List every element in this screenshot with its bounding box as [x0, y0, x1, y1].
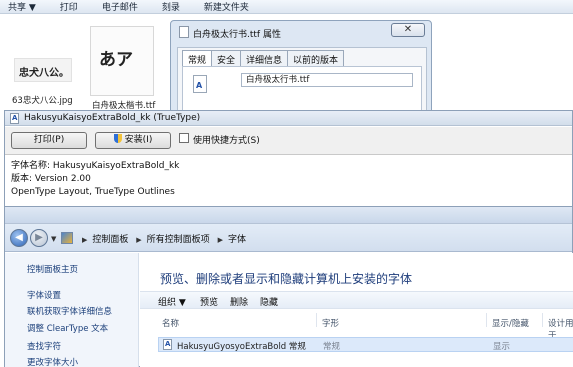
sidebar-item-home[interactable]: 控制面板主页 [27, 263, 78, 275]
column-header-visibility[interactable]: 显示/隐藏 [492, 317, 529, 329]
file-tile-font[interactable]: あア 白舟极太楷书.ttf [86, 22, 162, 112]
close-button[interactable]: ✕ [391, 23, 425, 37]
file-tile-image[interactable]: 忠犬八公。 63忠犬八公.jpg [10, 44, 78, 108]
viewer-title: HakusyuKaisyoExtraBold_kk (TrueType) [24, 113, 201, 123]
column-header-style[interactable]: 字形 [322, 317, 339, 329]
sidebar-item-online-details[interactable]: 联机获取字体详细信息 [27, 305, 112, 317]
sidebar-item-font-settings[interactable]: 字体设置 [27, 289, 61, 301]
font-style-cell: 常规 [323, 342, 341, 352]
font-name-cell: HakusyuGyosyoExtraBold 常规 [177, 342, 306, 352]
font-info: 字体名称: HakusyuKaisyoExtraBold_kk 版本: Vers… [11, 160, 179, 199]
hide-command[interactable]: 隐藏 [260, 295, 278, 308]
control-panel-icon [61, 232, 73, 244]
back-arrow-icon[interactable]: ◀ [10, 229, 28, 247]
font-file-icon [179, 26, 189, 38]
sidebar-item-find-character[interactable]: 查找字符 [27, 340, 61, 352]
breadcrumb: ▶ 控制面板 ▶ 所有控制面板项 ▶ 字体 [82, 235, 246, 245]
viewer-titlebar: HakusyuKaisyoExtraBold_kk (TrueType) [5, 111, 572, 126]
sidebar-item-change-font-size[interactable]: 更改字体大小 [27, 356, 78, 367]
version-line: 版本: Version 2.00 [11, 174, 91, 184]
dialog-title: 白舟极太行书.ttf 属性 [193, 30, 281, 40]
sidebar: 控制面板主页 字体设置 联机获取字体详细信息 调整 ClearType 文本 查… [5, 253, 139, 367]
address-bar: ◀ ▶ ▼ ▶ 控制面板 ▶ 所有控制面板项 ▶ 字体 [5, 224, 572, 252]
control-panel-window: ◀ ▶ ▼ ▶ 控制面板 ▶ 所有控制面板项 ▶ 字体 控制面板主页 字体设置 联机获… [4, 206, 573, 367]
image-thumbnail: 忠犬八公。 [14, 58, 72, 82]
breadcrumb-fonts[interactable]: 字体 [228, 235, 246, 245]
font-icon [10, 113, 19, 124]
sidebar-item-cleartype[interactable]: 调整 ClearType 文本 [27, 322, 108, 334]
shield-icon [113, 134, 122, 143]
thumbnail-caption: 忠犬八公。 [19, 68, 69, 79]
file-name: 63忠犬八公.jpg [12, 96, 73, 106]
font-thumbnail: あア [90, 26, 154, 96]
file-name-field[interactable]: 白舟极太行书.ttf [241, 73, 413, 87]
font-icon [163, 339, 172, 350]
font-name-line: 字体名称: HakusyuKaisyoExtraBold_kk [11, 161, 180, 171]
email-command[interactable]: 电子邮件 [102, 0, 138, 13]
breadcrumb-all-items[interactable]: 所有控制面板项 [147, 235, 210, 245]
install-button[interactable]: 安装(I) [95, 132, 171, 149]
command-bar: 组织 ▼ 预览 删除 隐藏 [140, 291, 573, 309]
column-header-name[interactable]: 名称 [162, 317, 179, 329]
page-heading: 预览、删除或者显示和隐藏计算机上安装的字体 [160, 272, 413, 286]
window-frame-top [5, 207, 572, 224]
share-menu[interactable]: 共享 ▼ [8, 0, 36, 13]
explorer-toolbar: 共享 ▼ 打印 电子邮件 刻录 新建文件夹 [0, 0, 573, 14]
preview-command[interactable]: 预览 [200, 295, 218, 308]
install-label: 安装(I) [124, 135, 153, 145]
dialog-body: 常规 安全 详细信息 以前的版本 A 白舟极太行书.ttf [177, 47, 427, 119]
font-icon: A [193, 75, 207, 93]
properties-dialog: 白舟极太行书.ttf 属性 ✕ 常规 安全 详细信息 以前的版本 A 白舟极太行… [170, 20, 432, 120]
history-dropdown-icon[interactable]: ▼ [51, 235, 56, 243]
print-command[interactable]: 打印 [60, 0, 78, 13]
outline-line: OpenType Layout, TrueType Outlines [11, 187, 175, 197]
delete-command[interactable]: 删除 [230, 295, 248, 308]
font-visibility-cell: 显示 [493, 342, 511, 352]
breadcrumb-control-panel[interactable]: 控制面板 [92, 235, 128, 245]
burn-command[interactable]: 刻录 [162, 0, 180, 13]
forward-arrow-icon[interactable]: ▶ [30, 229, 48, 247]
organize-menu[interactable]: 组织 ▼ [158, 295, 186, 308]
font-sample: あア [99, 50, 133, 70]
table-row[interactable]: HakusyuGyosyoExtraBold 常规 常规 显示 [158, 337, 573, 352]
shortcut-checkbox[interactable] [179, 133, 189, 143]
font-icon-glyph: A [196, 81, 203, 90]
main-content: 预览、删除或者显示和隐藏计算机上安装的字体 组织 ▼ 预览 删除 隐藏 名称 字… [140, 253, 573, 367]
font-viewer-window: HakusyuKaisyoExtraBold_kk (TrueType) 打印(… [4, 110, 573, 207]
shortcut-checkbox-label: 使用快捷方式(S) [193, 136, 260, 146]
new-folder-command[interactable]: 新建文件夹 [204, 0, 249, 13]
print-button[interactable]: 打印(P) [11, 132, 87, 149]
viewer-toolbar: 打印(P) 安装(I) 使用快捷方式(S) [5, 127, 572, 155]
